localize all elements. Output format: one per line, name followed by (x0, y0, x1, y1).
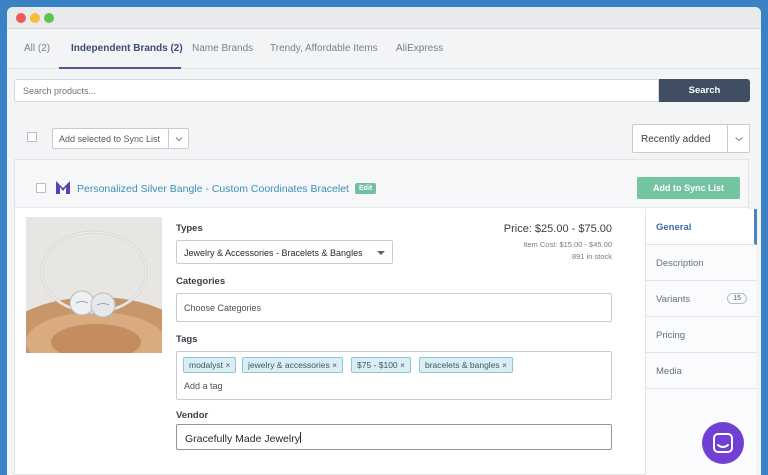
tags-label: Tags (176, 334, 198, 345)
chevron-down-icon[interactable] (727, 125, 749, 152)
tag-chip[interactable]: modalyst × (183, 357, 237, 373)
product-image (26, 217, 162, 353)
product-title-link[interactable]: Personalized Silver Bangle - Custom Coor… (77, 183, 349, 195)
tab-variants[interactable]: Variants 15 (646, 281, 757, 317)
text-cursor (299, 432, 301, 443)
types-select[interactable]: Jewelry & Accessories - Bracelets & Bang… (176, 240, 393, 264)
product-select-checkbox[interactable] (36, 183, 46, 193)
types-value: Jewelry & Accessories - Bracelets & Bang… (184, 248, 363, 258)
chat-icon (713, 433, 733, 453)
bulk-action-select[interactable]: Add selected to Sync List (52, 128, 189, 149)
categories-placeholder: Choose Categories (184, 303, 262, 313)
price-range: Price: $25.00 - $75.00 (503, 223, 612, 235)
sort-select[interactable]: Recently added (632, 124, 750, 153)
tab-all[interactable]: All (2) (24, 43, 50, 54)
types-label: Types (176, 223, 203, 234)
sort-label: Recently added (641, 134, 711, 145)
edit-button[interactable]: Edit (355, 183, 377, 194)
stock-count: 891 in stock (571, 252, 612, 261)
tab-name-brands[interactable]: Name Brands (192, 43, 253, 54)
product-card-header: Personalized Silver Bangle - Custom Coor… (15, 160, 748, 208)
tag-chip[interactable]: bracelets & bangles × (419, 357, 513, 373)
caret-down-icon (377, 251, 385, 255)
minimize-window-button[interactable] (30, 13, 40, 23)
tab-description-label: Description (656, 258, 704, 269)
select-all-checkbox[interactable] (27, 132, 37, 142)
tab-media[interactable]: Media (646, 353, 757, 389)
window-titlebar (7, 7, 761, 29)
tab-variants-label: Variants (656, 294, 691, 305)
category-tabs: All (2) Independent Brands (2) Name Bran… (7, 29, 761, 69)
vendor-input[interactable]: Gracefully Made Jewelry (176, 424, 612, 450)
modalyst-logo-icon (56, 181, 70, 194)
categories-input[interactable]: Choose Categories (176, 293, 612, 322)
tab-aliexpress[interactable]: AliExpress (396, 43, 443, 54)
tags-input[interactable]: modalyst × jewelry & accessories × $75 -… (176, 351, 612, 400)
tag-chip[interactable]: jewelry & accessories × (242, 357, 344, 373)
add-to-sync-list-button[interactable]: Add to Sync List (637, 177, 740, 199)
product-card: Personalized Silver Bangle - Custom Coor… (14, 159, 757, 475)
tab-trendy-affordable[interactable]: Trendy, Affordable Items (270, 43, 378, 54)
active-tab-indicator (59, 67, 181, 69)
vendor-label: Vendor (176, 410, 209, 421)
tab-pricing-label: Pricing (656, 330, 686, 341)
tab-general[interactable]: General (646, 209, 757, 245)
bulk-action-label: Add selected to Sync List (59, 134, 161, 144)
tab-media-label: Media (656, 366, 682, 377)
tab-pricing[interactable]: Pricing (646, 317, 757, 353)
chat-launcher-button[interactable] (702, 422, 744, 464)
item-cost: Item Cost: $15.00 - $45.00 (523, 240, 612, 249)
app-window: All (2) Independent Brands (2) Name Bran… (7, 7, 761, 475)
search-input[interactable]: Search products... (14, 79, 659, 102)
tag-chip[interactable]: $75 - $100 × (351, 357, 411, 373)
close-window-button[interactable] (16, 13, 26, 23)
add-tag-input[interactable]: Add a tag (184, 381, 223, 391)
chevron-down-icon[interactable] (168, 129, 188, 148)
tab-general-label: General (656, 222, 692, 233)
maximize-window-button[interactable] (44, 13, 54, 23)
variants-count-badge: 15 (727, 293, 747, 304)
tab-independent-brands[interactable]: Independent Brands (2) (71, 43, 183, 54)
vendor-value: Gracefully Made Jewelry (185, 433, 300, 445)
search-button[interactable]: Search (659, 79, 750, 102)
categories-label: Categories (176, 276, 226, 287)
tab-description[interactable]: Description (646, 245, 757, 281)
